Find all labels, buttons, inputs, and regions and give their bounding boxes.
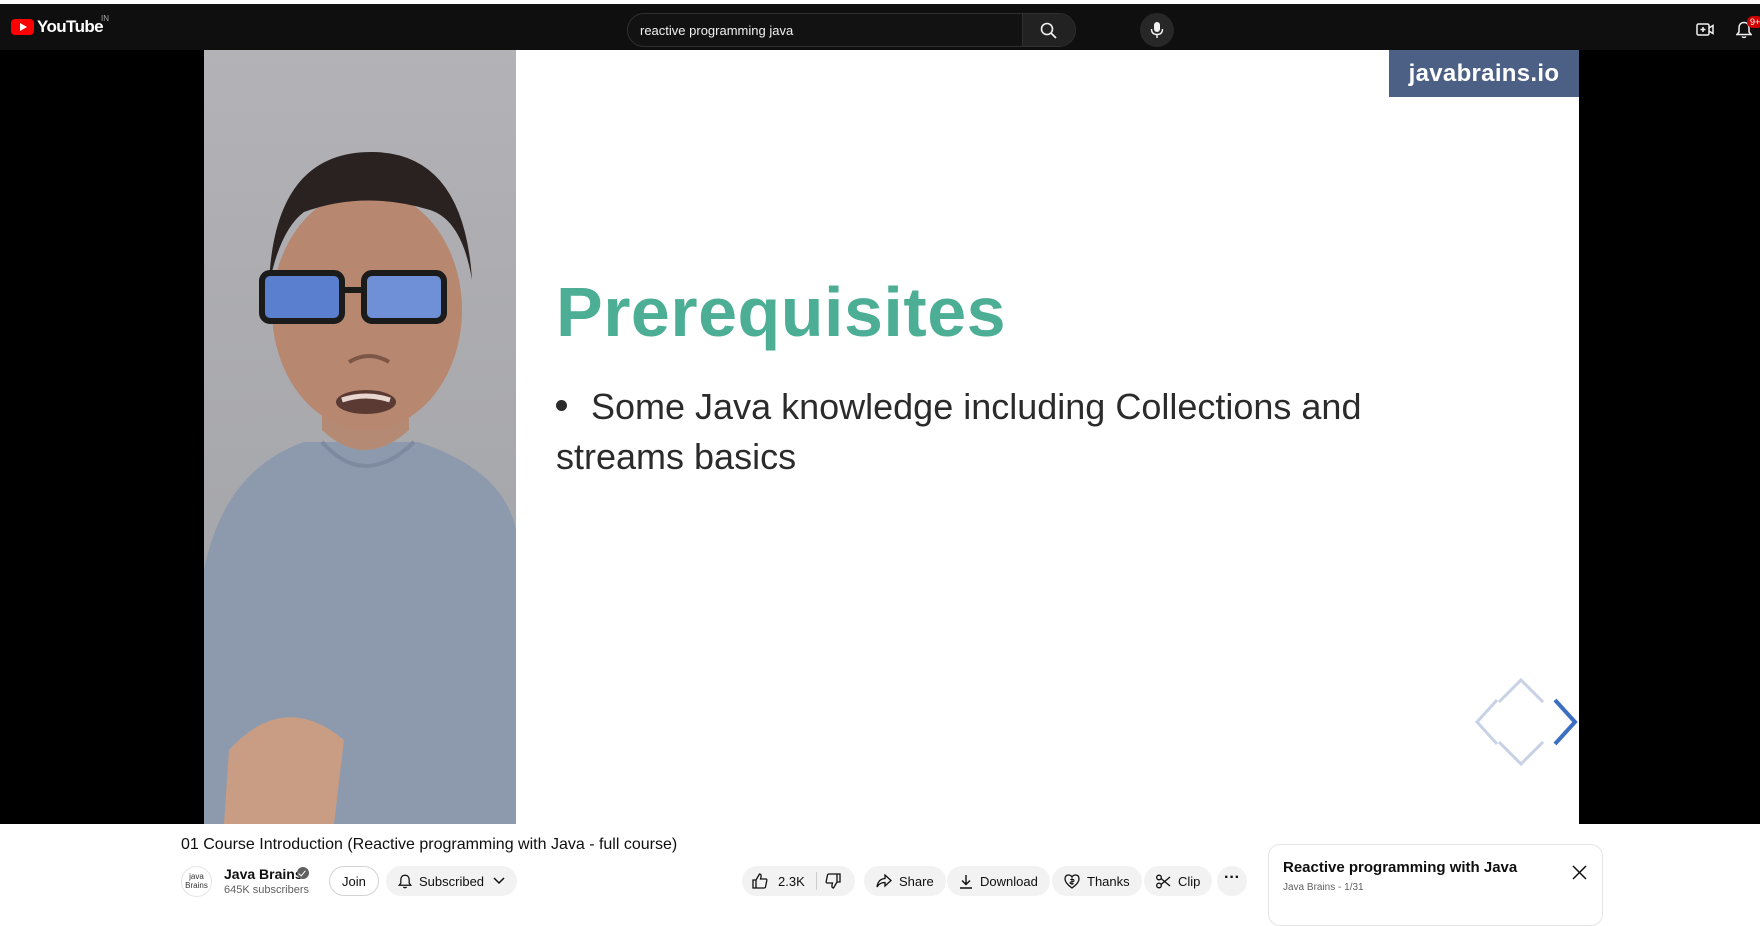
thanks-label: Thanks xyxy=(1087,873,1130,889)
divider xyxy=(816,872,817,890)
like-count: 2.3K xyxy=(778,873,805,889)
search-icon xyxy=(1040,22,1057,39)
download-button[interactable]: Download xyxy=(947,866,1050,896)
clip-label: Clip xyxy=(1178,873,1201,889)
thanks-icon xyxy=(1064,873,1080,889)
chevron-down-icon xyxy=(493,877,505,885)
search-box xyxy=(627,13,1076,47)
subscribed-button[interactable]: Subscribed xyxy=(386,866,518,896)
thumbs-down-icon[interactable] xyxy=(825,873,841,889)
verified-icon xyxy=(297,867,309,879)
presenter-illustration xyxy=(204,151,516,824)
nav-left-chevron xyxy=(1474,698,1499,746)
search-input[interactable] xyxy=(640,14,1020,46)
thanks-button[interactable]: Thanks xyxy=(1052,866,1142,896)
masthead: YouTube IN 9+ xyxy=(0,4,1760,50)
search-button[interactable] xyxy=(1022,14,1075,46)
subscriber-count: 645K subscribers xyxy=(224,884,309,896)
clip-button[interactable]: Clip xyxy=(1144,866,1213,896)
slide-title: Prerequisites xyxy=(556,273,1007,351)
watermark-badge: javabrains.io xyxy=(1389,50,1579,97)
youtube-play-icon xyxy=(11,19,34,35)
join-button[interactable]: Join xyxy=(329,866,379,896)
youtube-logo[interactable]: YouTube IN xyxy=(11,14,109,37)
share-button[interactable]: Share xyxy=(864,866,946,896)
playlist-panel: Reactive programming with Java Java Brai… xyxy=(1268,844,1603,926)
presenter-image xyxy=(204,50,516,824)
slide-bullet: Some Java knowledge including Collection… xyxy=(556,382,1456,482)
voice-search-button[interactable] xyxy=(1140,13,1174,47)
share-label: Share xyxy=(899,873,934,889)
mic-icon xyxy=(1150,22,1164,38)
scissors-icon xyxy=(1156,874,1171,888)
playlist-title[interactable]: Reactive programming with Java xyxy=(1283,859,1517,876)
create-video-icon[interactable] xyxy=(1696,22,1714,37)
channel-name[interactable]: Java Brains xyxy=(224,866,303,882)
nav-down-chevron xyxy=(1497,740,1545,767)
notification-badge: 9+ xyxy=(1747,16,1760,28)
country-code: IN xyxy=(101,14,109,23)
slide-nav-diamond xyxy=(1474,677,1578,767)
logo-wordmark: YouTube xyxy=(37,17,104,36)
share-icon xyxy=(876,874,892,888)
like-dislike-group: 2.3K xyxy=(742,866,855,896)
video-player[interactable]: javabrains.io Prerequisites Some Java kn… xyxy=(0,50,1760,824)
download-label: Download xyxy=(980,873,1038,889)
nav-up-chevron xyxy=(1497,677,1545,704)
video-title: 01 Course Introduction (Reactive program… xyxy=(181,836,678,853)
like-button[interactable]: 2.3K xyxy=(752,866,805,896)
playlist-subtitle: Java Brains - 1/31 xyxy=(1283,882,1364,893)
bullet-dot xyxy=(556,399,567,411)
video-frame: javabrains.io Prerequisites Some Java kn… xyxy=(204,50,1579,824)
close-icon[interactable] xyxy=(1572,865,1587,880)
avatar[interactable]: java Brains xyxy=(181,866,212,897)
bell-icon xyxy=(398,874,412,888)
join-label: Join xyxy=(342,873,366,889)
subscribed-label: Subscribed xyxy=(419,873,485,889)
thumbs-up-icon xyxy=(752,873,768,889)
nav-right-chevron xyxy=(1553,698,1578,746)
download-icon xyxy=(960,874,972,889)
more-actions-button[interactable]: ··· xyxy=(1217,866,1247,896)
slide-bullet-text: Some Java knowledge including Collection… xyxy=(556,386,1362,477)
